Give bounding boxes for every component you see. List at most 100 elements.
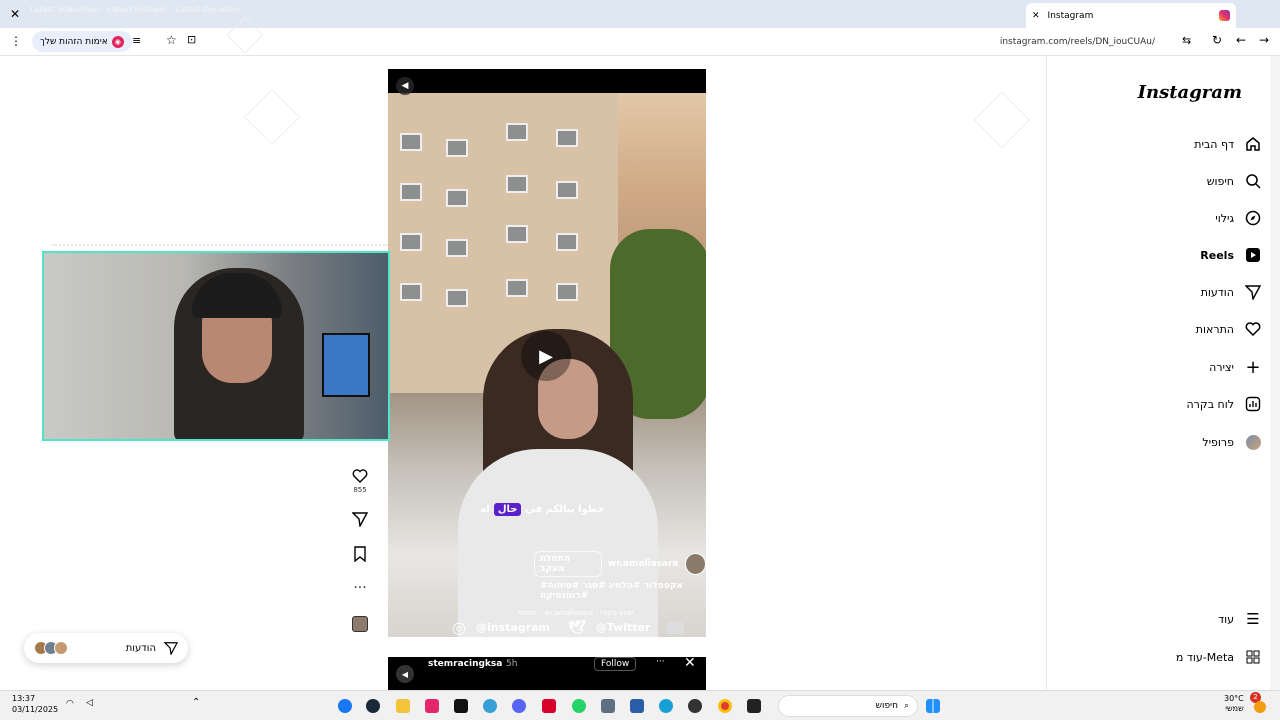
volume-icon[interactable]: ◀︎ <box>396 665 414 683</box>
install-icon[interactable]: ⊡ <box>187 33 196 46</box>
sidebar-item-label: יצירה <box>1209 360 1234 374</box>
sidebar-item-label: חיפוש <box>1206 174 1234 188</box>
page-scrollbar[interactable] <box>1270 56 1280 690</box>
calculator-icon[interactable] <box>601 699 615 713</box>
sidebar-item-label: לוח בקרה <box>1186 397 1235 411</box>
compass-icon <box>1244 209 1262 227</box>
monitor-image <box>322 333 370 397</box>
message-avatars <box>34 641 68 655</box>
sidebar-item-meta[interactable]: עוד מ-Meta <box>1176 646 1262 668</box>
audio-thumbnail[interactable] <box>345 616 375 632</box>
heart-icon <box>352 469 368 483</box>
messages-pill[interactable]: הודעות <box>24 633 188 663</box>
sidebar-item-notifications[interactable]: התראות <box>1196 318 1262 340</box>
like-button[interactable]: 855 <box>345 468 375 494</box>
author-avatar[interactable] <box>684 553 706 575</box>
audio-thumb-image <box>352 616 368 632</box>
reader-icon[interactable]: ≡ <box>132 34 141 47</box>
whatsapp-icon[interactable] <box>572 699 586 713</box>
acrobat-icon[interactable] <box>542 699 556 713</box>
sidebar-item-label: עוד <box>1218 612 1234 626</box>
more-options-button[interactable]: ··· <box>345 580 375 596</box>
clock[interactable]: 13:37 03/11/2025 <box>12 693 58 715</box>
twitter-icon: 🕊 <box>567 619 586 636</box>
terminal-icon[interactable] <box>747 699 761 713</box>
folder-icon[interactable] <box>396 699 410 713</box>
tune-icon[interactable]: ⇆ <box>1182 34 1191 47</box>
dashboard-icon <box>1244 395 1262 413</box>
volume-icon[interactable]: ◀︎ <box>396 77 414 95</box>
verify-identity-pill[interactable]: אימות הזהות שלך ◉ <box>32 31 132 52</box>
sidebar-item-messages[interactable]: הודעות <box>1201 281 1262 303</box>
instagram-badge-icon: ◉ <box>111 35 124 48</box>
sidebar-item-label: דף הבית <box>1194 137 1234 151</box>
reel-video[interactable]: ◀︎ ▶ خطوا بيالكم في حال له התחלת מעקב wr… <box>388 69 706 637</box>
sidebar-item-create[interactable]: יצירה + <box>1209 356 1262 378</box>
sidebar-item-profile[interactable]: פרופיל <box>1202 431 1262 453</box>
tiktok-dark-icon[interactable] <box>454 699 468 713</box>
calendar-icon[interactable] <box>630 699 644 713</box>
reload-icon[interactable]: ↻ <box>1212 33 1222 47</box>
address-bar[interactable]: instagram.com/reels/DN_iouCUAu/ <box>295 30 1205 54</box>
obs-icon[interactable] <box>688 699 702 713</box>
weather-sun-icon <box>1254 701 1266 713</box>
play-button[interactable]: ▶ <box>521 331 571 381</box>
forward-icon[interactable]: → <box>1259 33 1269 47</box>
search-icon <box>1244 172 1262 190</box>
menu-dots-icon[interactable]: ⋮ <box>10 34 22 48</box>
search-icon: ⌕ <box>903 701 909 711</box>
overlay-line <box>52 244 388 246</box>
edge-icon[interactable] <box>659 699 673 713</box>
author-name[interactable]: wr.amaliasara <box>608 559 679 569</box>
next-reel[interactable]: ◀︎ stemracingksa 5h Follow ··· ✕ <box>388 655 706 690</box>
search-placeholder: חיפוש <box>875 701 898 711</box>
stream-social-bar: ◎ @instagram 🕊 @Twitter <box>452 615 848 640</box>
weather-widget[interactable]: 30°C שמשי <box>1224 694 1244 714</box>
instagram-handle: @instagram <box>475 621 550 634</box>
pill-label: אימות הזהות שלך <box>40 36 108 47</box>
tab-close-icon[interactable]: ✕ <box>1032 11 1040 21</box>
more-dots-icon[interactable]: ··· <box>656 657 665 667</box>
tab-instagram[interactable]: ✕ Instagram <box>1026 3 1236 28</box>
tiktok-icon[interactable] <box>425 699 439 713</box>
close-icon[interactable]: ✕ <box>684 655 696 671</box>
save-button[interactable] <box>345 546 375 562</box>
steam-icon[interactable] <box>366 699 380 713</box>
weather-temp: 30°C <box>1224 694 1244 703</box>
chrome-icon[interactable] <box>718 699 732 713</box>
send-icon <box>352 512 368 527</box>
instagram-logo[interactable]: Instagram <box>1138 82 1242 103</box>
weather-desc: שמשי <box>1225 704 1244 713</box>
windows-start-icon[interactable] <box>926 699 940 713</box>
messages-label: הודעות <box>125 642 156 654</box>
stream-overlay-text: Latest Subscriber · Latest Follower · La… <box>30 5 240 14</box>
sidebar-item-reels[interactable]: Reels <box>1200 244 1262 266</box>
close-icon[interactable]: ✕ <box>10 7 20 21</box>
volume-tray-icon[interactable]: ◁ <box>86 698 93 708</box>
sidebar-item-explore[interactable]: גילוי <box>1215 207 1262 229</box>
facebook-icon[interactable] <box>338 699 352 713</box>
discord-icon[interactable] <box>512 699 526 713</box>
back-icon[interactable]: ← <box>1236 33 1246 47</box>
chevron-up-icon[interactable]: ⌃ <box>192 697 200 708</box>
instagram-sidebar: Instagram דף הבית חיפוש גילוי Reels הודע… <box>1046 56 1280 690</box>
url-text: instagram.com/reels/DN_iouCUAu/ <box>999 37 1155 47</box>
sidebar-item-dashboard[interactable]: לוח בקרה <box>1187 393 1263 415</box>
share-button[interactable] <box>345 511 375 527</box>
sidebar-item-search[interactable]: חיפוש <box>1207 170 1262 192</box>
sidebar-item-more[interactable]: עוד ☰ <box>1218 608 1262 630</box>
reel-hashtags[interactable]: #אקספלור #הלחיג #סגר #סיחוה #רומנטיקה <box>540 581 706 601</box>
app-icon[interactable] <box>483 699 497 713</box>
twitter-handle: @Twitter <box>595 621 651 634</box>
sidebar-item-home[interactable]: דף הבית <box>1194 133 1262 155</box>
windows-taskbar: 13:37 03/11/2025 ◠ ◁ ⌃ חיפוש ⌕ 30°C שמשי… <box>0 690 1280 720</box>
star-icon[interactable]: ☆ <box>166 33 177 47</box>
taskbar-search[interactable]: חיפוש ⌕ <box>778 695 918 717</box>
follow-button[interactable]: התחלת מעקב <box>534 551 603 577</box>
wifi-icon[interactable]: ◠ <box>66 699 74 709</box>
browser-toolbar: ⋮ אימות הזהות שלך ◉ ≡ ☆ ⊡ instagram.com/… <box>0 28 1280 56</box>
next-reel-follow-button[interactable]: Follow <box>594 657 637 671</box>
reels-icon <box>1244 246 1262 264</box>
next-reel-author[interactable]: stemracingksa <box>428 659 502 669</box>
messenger-icon <box>164 642 178 655</box>
